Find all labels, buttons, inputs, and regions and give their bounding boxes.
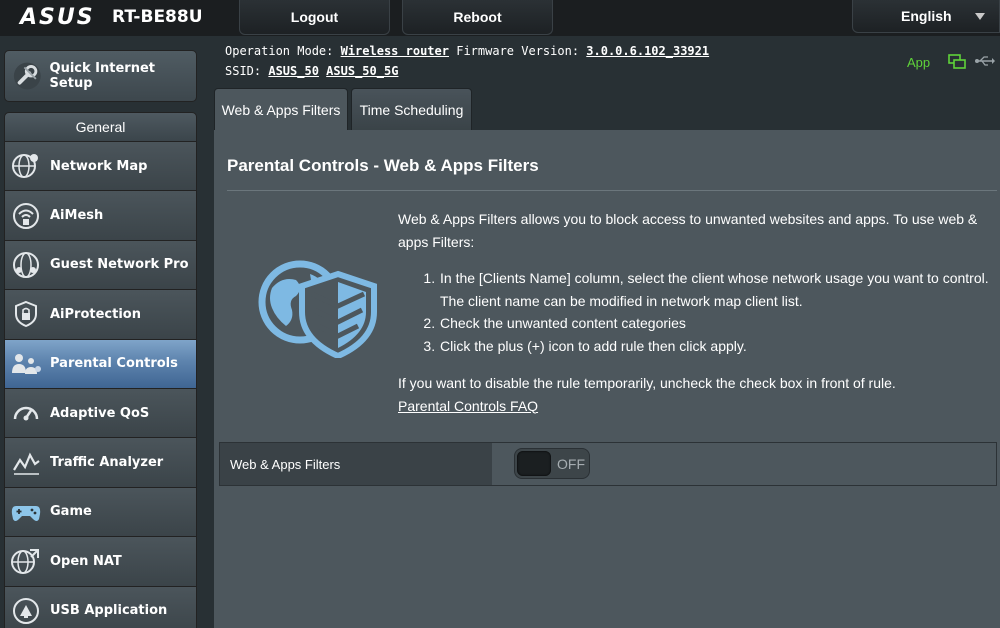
chevron-down-icon [975, 13, 985, 20]
step-item: Check the unwanted content categories [439, 312, 993, 335]
usb-status-icon[interactable] [975, 56, 995, 66]
firmware-label: Firmware Version: [456, 44, 580, 58]
sidebar-item-guest-network-pro[interactable]: Guest Network Pro [4, 240, 197, 291]
usb-application-icon [9, 594, 43, 628]
network-map-icon [9, 149, 43, 183]
web-apps-filters-label: Web & Apps Filters [220, 443, 492, 485]
globe-shield-icon [258, 260, 377, 358]
wrench-icon [13, 62, 41, 90]
language-label: English [901, 8, 952, 24]
ssid-link-1[interactable]: ASUS_50 [268, 64, 319, 78]
sidebar-item-usb-application[interactable]: USB Application [4, 586, 197, 628]
guest-network-icon [9, 248, 43, 282]
operation-mode-link[interactable]: Wireless router [341, 44, 449, 58]
sidebar-item-label: AiMesh [50, 208, 104, 224]
sidebar-item-network-map[interactable]: Network Map [4, 142, 197, 192]
operation-mode-label: Operation Mode: [225, 44, 334, 58]
app-link[interactable]: App [907, 55, 930, 70]
firmware-link[interactable]: 3.0.0.6.102_33921 [586, 44, 709, 58]
logout-button[interactable]: Logout [239, 0, 390, 35]
disable-note: If you want to disable the rule temporar… [398, 375, 896, 391]
tab-time-scheduling[interactable]: Time Scheduling [351, 88, 472, 130]
sidebar-item-label: AiProtection [50, 306, 141, 322]
intro-text: Web & Apps Filters allows you to block a… [398, 211, 978, 250]
sidebar-item-label: Network Map [50, 158, 148, 174]
web-apps-filters-toggle[interactable]: OFF [514, 448, 590, 479]
web-apps-filters-row: Web & Apps Filters OFF [219, 442, 997, 486]
game-icon [9, 495, 43, 529]
asus-logo: ASUS [20, 5, 95, 30]
ssid-label: SSID: [225, 64, 262, 78]
toggle-state-label: OFF [557, 456, 585, 472]
tab-web-apps-filters[interactable]: Web & Apps Filters [214, 88, 348, 130]
status-bar: Operation Mode: Wireless router Firmware… [215, 36, 1000, 86]
open-nat-icon [9, 544, 43, 578]
sidebar-item-label: USB Application [50, 603, 168, 619]
quick-internet-setup-button[interactable]: Quick Internet Setup [4, 50, 197, 102]
ssid-link-2[interactable]: ASUS_50_5G [326, 64, 398, 78]
sidebar-item-game[interactable]: Game [4, 487, 197, 538]
sidebar-menu: Network Map AiMesh Guest Network Pro AiP… [4, 142, 197, 628]
sidebar-item-label: Parental Controls [50, 356, 178, 372]
main-panel: Parental Controls - Web & Apps Filters W… [214, 130, 1000, 628]
quick-internet-setup-label: Quick Internet Setup [49, 61, 156, 91]
aiprotection-icon [9, 297, 43, 331]
sidebar-item-adaptive-qos[interactable]: Adaptive QoS [4, 388, 197, 439]
sidebar-item-parental-controls[interactable]: Parental Controls [4, 339, 197, 389]
parental-controls-icon [9, 347, 43, 381]
sidebar-item-aimesh[interactable]: AiMesh [4, 191, 197, 241]
sidebar-item-label: Traffic Analyzer [50, 455, 164, 471]
sidebar: Quick Internet Setup General Network Map… [0, 36, 215, 628]
network-status-icon[interactable] [948, 54, 966, 70]
step-item: Click the plus (+) icon to add rule then… [439, 335, 993, 358]
operation-mode-line: Operation Mode: Wireless router Firmware… [225, 44, 709, 58]
sidebar-item-label: Adaptive QoS [50, 405, 150, 421]
title-divider [227, 190, 997, 191]
sidebar-item-traffic-analyzer[interactable]: Traffic Analyzer [4, 438, 197, 488]
reboot-button[interactable]: Reboot [402, 0, 553, 35]
sidebar-item-label: Guest Network Pro [50, 257, 189, 273]
step-item: In the [Clients Name] column, select the… [439, 267, 993, 312]
language-select[interactable]: English [852, 0, 1000, 33]
adaptive-qos-icon [9, 396, 43, 430]
page-title: Parental Controls - Web & Apps Filters [227, 156, 539, 175]
toggle-knob [517, 451, 551, 476]
general-section-header: General [4, 112, 197, 142]
router-model: RT-BE88U [112, 7, 203, 27]
sidebar-item-aiprotection[interactable]: AiProtection [4, 290, 197, 340]
top-bar: ASUS RT-BE88U Logout Reboot English [0, 0, 1000, 36]
ssid-line: SSID: ASUS_50 ASUS_50_5G [225, 64, 398, 78]
sidebar-item-label: Open NAT [50, 553, 122, 569]
steps-list: In the [Clients Name] column, select the… [439, 267, 993, 357]
sidebar-item-label: Game [50, 504, 92, 520]
aimesh-icon [9, 199, 43, 233]
sidebar-item-open-nat[interactable]: Open NAT [4, 537, 197, 587]
traffic-analyzer-icon [9, 446, 43, 480]
parental-controls-faq-link[interactable]: Parental Controls FAQ [398, 398, 538, 414]
description: Web & Apps Filters allows you to block a… [398, 208, 993, 417]
